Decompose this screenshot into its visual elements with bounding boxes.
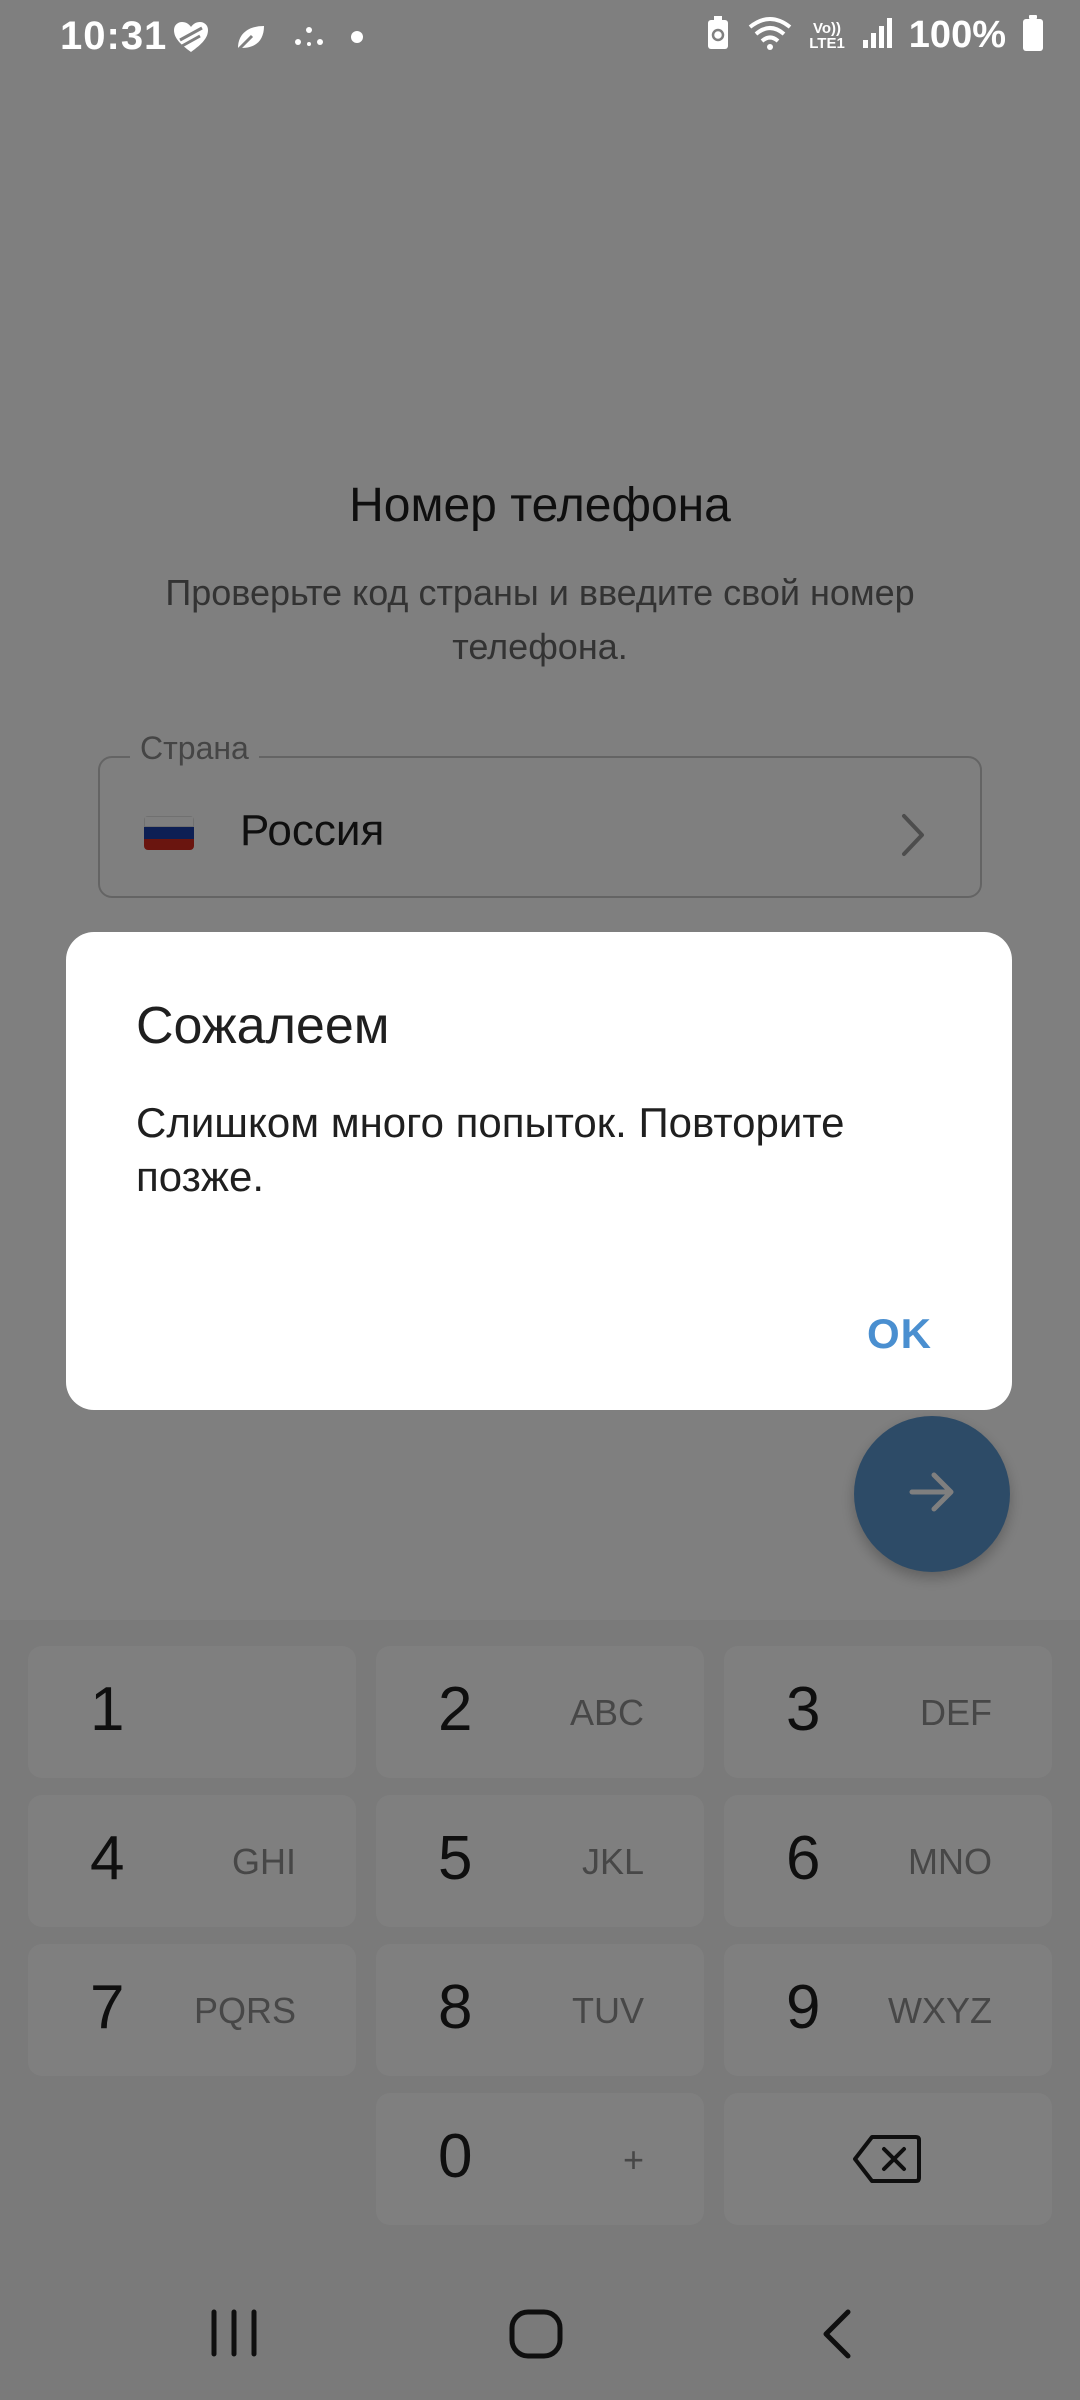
signal-icon: [861, 16, 893, 55]
dialog-title: Сожалеем: [136, 997, 390, 1055]
sparkle-icon: [292, 24, 326, 55]
status-time: 10:31: [60, 14, 168, 58]
battery-percent: 100%: [908, 14, 1006, 56]
volte-icon: Vo)) LTE1: [809, 21, 845, 51]
battery-saver-icon: [705, 15, 731, 56]
volte-label: Vo)): [812, 19, 842, 37]
status-right-icons: Vo)) LTE1 100%: [705, 14, 1044, 57]
heart-shield-icon: [172, 20, 210, 59]
lte-label: LTE1: [809, 34, 845, 52]
notification-icons: [172, 20, 364, 59]
leaf-icon: [234, 22, 268, 57]
dot-icon: [350, 30, 364, 49]
status-bar: 10:31 Vo)) LTE1 100%: [0, 0, 1080, 80]
battery-icon: [1022, 14, 1044, 57]
error-dialog: Сожалеем Слишком много попыток. Повторит…: [66, 932, 1012, 1410]
phone-screen: Номер телефона Проверьте код страны и вв…: [0, 0, 1080, 2400]
ok-button[interactable]: OK: [867, 1310, 932, 1358]
dialog-message: Слишком много попыток. Повторите позже.: [136, 1099, 845, 1200]
wifi-icon: [747, 15, 793, 56]
